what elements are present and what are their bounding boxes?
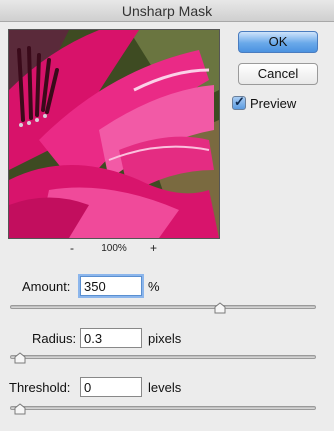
preview-image[interactable] [8, 29, 220, 239]
threshold-label: Threshold: [9, 380, 71, 395]
zoom-out-button[interactable]: - [70, 241, 74, 255]
threshold-slider-track[interactable] [10, 406, 316, 410]
title-bar[interactable]: Unsharp Mask [0, 0, 334, 22]
threshold-input[interactable] [80, 377, 142, 397]
threshold-unit: levels [148, 380, 182, 395]
radius-label: Radius: [32, 331, 77, 346]
radius-slider-thumb[interactable] [14, 352, 26, 364]
amount-input[interactable] [80, 276, 142, 296]
amount-slider-thumb[interactable] [214, 302, 226, 314]
zoom-in-button[interactable]: + [150, 241, 157, 255]
checkmark-icon: ✓ [234, 94, 245, 109]
ok-button[interactable]: OK [238, 31, 318, 53]
cancel-button[interactable]: Cancel [238, 63, 318, 85]
radius-unit: pixels [148, 331, 182, 346]
zoom-level: 100% [101, 243, 127, 254]
threshold-slider-thumb[interactable] [14, 403, 26, 415]
amount-unit: % [148, 279, 160, 294]
preview-checkbox[interactable]: ✓ [232, 94, 246, 110]
amount-slider-track[interactable] [10, 305, 316, 309]
amount-label: Amount: [22, 279, 71, 294]
radius-input[interactable] [80, 328, 142, 348]
radius-slider-track[interactable] [10, 355, 316, 359]
window-title: Unsharp Mask [121, 3, 213, 19]
preview-checkbox-label[interactable]: Preview [250, 96, 296, 111]
